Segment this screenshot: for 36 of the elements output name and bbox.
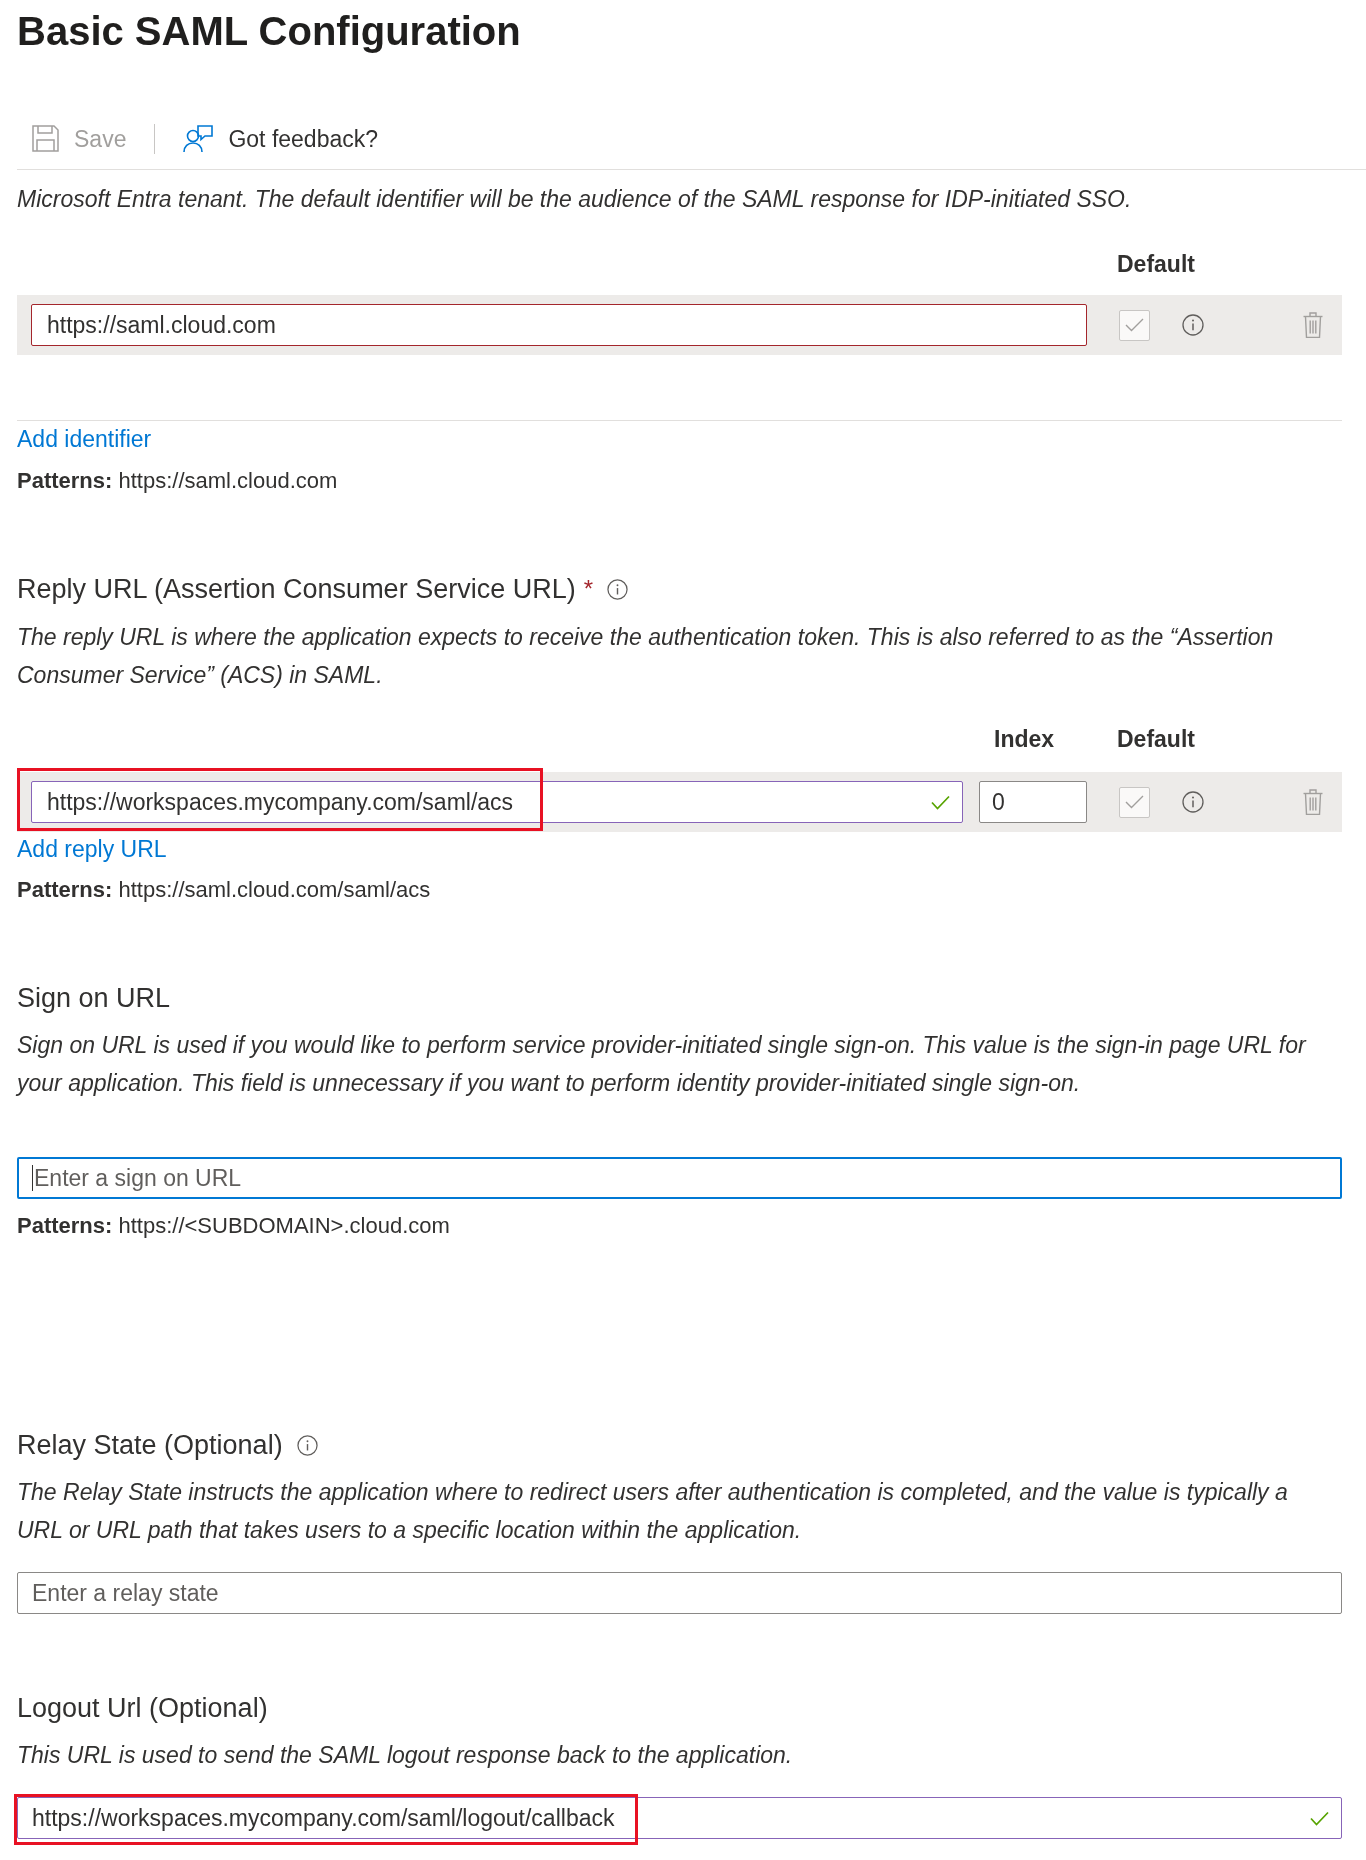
text-input[interactable]: Enter a relay state — [17, 1572, 1342, 1614]
checkmark-icon — [1310, 1810, 1329, 1826]
section-description: The reply URL is where the application expects to receive the authentication token. This is also referred to as the “Assertion Consumer Service” (ACS) in SAML. — [17, 623, 1275, 690]
section-heading: Logout Url (Optional) — [17, 1692, 268, 1725]
text-input[interactable]: https://workspaces.mycompany.com/saml/logout/callback — [17, 1797, 1342, 1839]
index-input[interactable]: 0 — [979, 781, 1087, 823]
checkmark-icon — [1125, 318, 1144, 332]
patterns-text: Patterns: https://<SUBDOMAIN>.cloud.com — [17, 1212, 450, 1240]
info-icon[interactable] — [1182, 791, 1204, 813]
page-title: Basic SAML Configuration — [17, 8, 521, 54]
column-header: Index — [994, 726, 1055, 752]
section-description: Microsoft Entra tenant. The default identifier will be the audience of the SAML response for IDP-initiated SSO. — [17, 185, 1132, 214]
section-heading: Relay State (Optional) — [17, 1429, 283, 1462]
url-input[interactable]: https://workspaces.mycompany.com/saml/acs — [31, 781, 963, 823]
required-mark: * — [583, 574, 593, 604]
checkmark-icon — [931, 794, 950, 810]
url-input[interactable]: https://saml.cloud.com — [31, 304, 1087, 346]
info-icon[interactable] — [296, 1434, 318, 1456]
section-description: This URL is used to send the SAML logout response back to the application. — [17, 1741, 793, 1770]
text-input[interactable]: Enter a sign on URL — [17, 1157, 1342, 1199]
patterns-text: Patterns: https://saml.cloud.com — [17, 467, 338, 495]
text-cursor-icon — [32, 1165, 33, 1191]
section-heading: Sign on URL — [17, 982, 171, 1015]
feedback-button[interactable]: Got feedback? — [183, 123, 379, 154]
column-header: Default — [1117, 726, 1195, 752]
info-icon[interactable] — [607, 578, 628, 600]
patterns-text: Patterns: https://saml.cloud.com/saml/acs — [17, 876, 431, 904]
column-header: Default — [1117, 251, 1195, 277]
checkmark-icon — [1125, 795, 1144, 809]
add-link[interactable]: Add reply URL — [17, 834, 167, 864]
info-icon[interactable] — [1182, 314, 1204, 336]
person-speech-bubble-icon — [183, 124, 214, 153]
section-description: Sign on URL is used if you would like to perform service provider-initiated single sign-on. This value is the sign-in page URL for your application. This field is unnecessary if you want to perform identity provider-initiated single sign-on. — [17, 1031, 1308, 1098]
section-description: The Relay State instructs the application where to redirect users after authentication is completed, and the value is typically a URL or URL path that takes users to a specific location within the application. — [17, 1478, 1289, 1545]
add-link[interactable]: Add identifier — [17, 424, 152, 454]
section-heading: Reply URL (Assertion Consumer Service URL) — [17, 573, 576, 606]
